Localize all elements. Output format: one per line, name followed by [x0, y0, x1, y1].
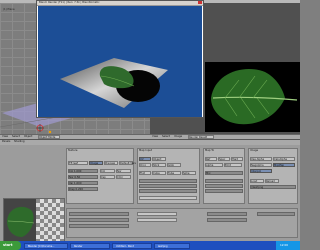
- map-to-col-button[interactable]: Col 1.000: [68, 169, 98, 173]
- map-to-var-button[interactable]: Var 1.000: [68, 181, 98, 185]
- map-to-emit-toggle[interactable]: Emit: [224, 163, 242, 167]
- ofs-z-slider[interactable]: [139, 189, 197, 193]
- map-to-csp-toggle[interactable]: Csp: [100, 175, 115, 179]
- cube-button[interactable]: Cube: [152, 171, 166, 175]
- use-alpha-button[interactable]: Use Alpha: [250, 157, 272, 161]
- taskbar-item[interactable]: Untitled - Paint: [112, 243, 152, 249]
- texture-preview: [3, 198, 65, 242]
- map-to-hard-toggle[interactable]: Hard: [231, 157, 243, 161]
- size-slider[interactable]: [139, 196, 197, 200]
- render-window-title: Blend: Render (F11) | Ren: 7.5k | Blendt…: [39, 1, 100, 4]
- map-to-disp-button[interactable]: Disp 0.200: [68, 187, 98, 191]
- map-to-panel: Map To Ref Spec Hard Alpha Emit Mix: [203, 148, 245, 204]
- setting-slider[interactable]: [69, 224, 129, 228]
- lower-settings-panel: [66, 208, 298, 238]
- image-display: [205, 62, 300, 132]
- calc-alpha-button[interactable]: CalcAlpha: [273, 157, 295, 161]
- stick-button[interactable]: Stick: [152, 163, 166, 167]
- render-window[interactable]: Blend: Render (F11) | Ren: 7.5k | Blendt…: [36, 0, 204, 118]
- taskbar-item[interactable]: Blender [C:\Docume...: [24, 243, 68, 249]
- taskbar-item-label: Untitled - Paint: [116, 245, 134, 248]
- interpol-button[interactable]: Interpol: [250, 169, 272, 173]
- texture-panel: Texture TE:leaf Image Preview Default Va…: [66, 148, 136, 204]
- menu-shading[interactable]: Shading: [14, 140, 25, 144]
- leaf-image: [211, 69, 298, 125]
- load-image-button[interactable]: Load: [250, 179, 264, 183]
- ofs-y-slider[interactable]: [139, 184, 197, 188]
- setting-slider[interactable]: [69, 218, 129, 222]
- setting-slider[interactable]: [207, 212, 247, 216]
- map-to-cmir-toggle[interactable]: Cmir: [116, 175, 131, 179]
- flat-button[interactable]: Flat: [139, 171, 151, 175]
- map-to-spec-toggle[interactable]: Spec: [218, 157, 230, 161]
- reload-image-button[interactable]: Reload: [265, 179, 279, 183]
- setting-slider[interactable]: [257, 212, 295, 216]
- sphe-button[interactable]: Sphe: [182, 171, 196, 175]
- setting-slider[interactable]: [69, 212, 129, 216]
- color-g-slider[interactable]: [205, 184, 243, 188]
- setting-button[interactable]: [137, 212, 177, 216]
- tube-button[interactable]: Tube: [167, 171, 181, 175]
- render-scene: [60, 58, 168, 108]
- image-panel: Image Use Alpha CalcAlpha NegAlpha MipMa…: [248, 148, 298, 204]
- map-to-title: Map To: [205, 149, 215, 152]
- taskbar-item[interactable]: leaf.png: [154, 243, 190, 249]
- color-r-slider[interactable]: [205, 179, 243, 183]
- glob-button[interactable]: Glob: [167, 163, 181, 167]
- setting-slider[interactable]: [207, 218, 247, 222]
- color-b-slider[interactable]: [205, 189, 243, 193]
- orco-button[interactable]: Orco: [139, 163, 151, 167]
- object-button[interactable]: Object: [152, 157, 166, 161]
- render-canvas: [38, 6, 202, 117]
- texture-panel-title: Texture: [68, 149, 78, 152]
- taskbar-item-label: Render: [74, 245, 83, 248]
- map-to-nor-button[interactable]: Nor 0.50: [68, 175, 98, 179]
- map-to-col-toggle[interactable]: Col: [100, 169, 115, 173]
- close-icon[interactable]: [198, 1, 202, 4]
- map-to-ref-toggle[interactable]: Ref: [205, 157, 217, 161]
- object-origin-icon: [48, 130, 52, 134]
- clock: 12:00: [280, 243, 289, 247]
- default-vars-button[interactable]: Default Vars: [119, 161, 136, 165]
- texture-leaf-preview: [4, 199, 36, 241]
- taskbar-item-label: Blender [C:\Docume...: [28, 245, 55, 248]
- texture-name-field[interactable]: TE:leaf: [68, 161, 88, 165]
- setting-button[interactable]: [137, 218, 177, 222]
- map-input-panel: Map Input UV Object Orco Stick Glob Flat…: [137, 148, 200, 204]
- texture-type-button[interactable]: Image: [89, 161, 103, 165]
- alpha-checker: [36, 199, 64, 241]
- viewport-object-label: (1) Plane: [3, 8, 15, 11]
- map-to-nor-toggle[interactable]: Nor: [116, 169, 131, 173]
- buttons-header[interactable]: Panels Shading: [0, 140, 300, 145]
- uv-button[interactable]: UV: [139, 157, 151, 161]
- mipmap-button[interactable]: MipMap: [273, 163, 295, 167]
- ofs-x-slider[interactable]: [139, 179, 197, 183]
- map-input-title: Map Input: [139, 149, 153, 152]
- taskbar-item[interactable]: Render: [70, 243, 110, 249]
- taskbar-item-label: leaf.png: [158, 245, 168, 248]
- menu-panels[interactable]: Panels: [2, 140, 10, 144]
- neg-alpha-button[interactable]: NegAlpha: [250, 163, 272, 167]
- image-path-field[interactable]: //leaf.png: [250, 185, 296, 189]
- image-panel-title: Image: [250, 149, 259, 152]
- start-label: start: [3, 243, 13, 247]
- texture-preview-button[interactable]: Preview: [104, 161, 118, 165]
- map-to-alpha-toggle[interactable]: Alpha: [205, 163, 223, 167]
- blend-mode-select[interactable]: Mix: [205, 171, 243, 175]
